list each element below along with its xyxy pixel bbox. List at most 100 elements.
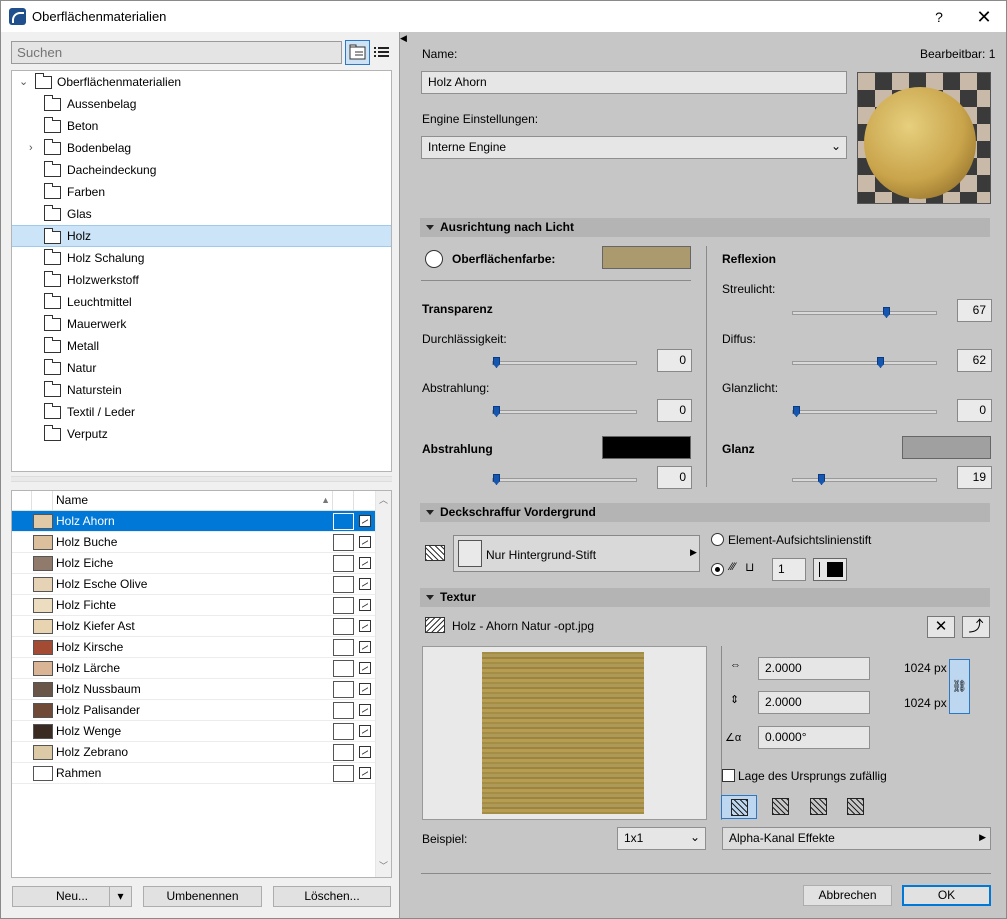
search-input[interactable]: [11, 41, 342, 64]
tree-item[interactable]: Holz: [12, 225, 391, 247]
chevron-down-icon[interactable]: ⌄: [19, 71, 28, 93]
section-hatch-header[interactable]: Deckschraffur Vordergrund: [420, 503, 990, 522]
material-name-field[interactable]: Holz Ahorn: [421, 71, 847, 94]
image-icon[interactable]: [359, 662, 371, 674]
image-icon[interactable]: [359, 641, 371, 653]
image-icon[interactable]: [359, 515, 371, 527]
list-item[interactable]: Holz Zebrano: [12, 742, 375, 763]
list-item[interactable]: Holz Fichte: [12, 595, 375, 616]
load-texture-icon[interactable]: ⤴: [962, 616, 990, 638]
new-button[interactable]: Neu... ▾: [12, 886, 132, 907]
remove-texture-icon[interactable]: ✕: [927, 616, 955, 638]
pen-number-field[interactable]: 1: [772, 558, 806, 581]
material-checkbox[interactable]: [333, 744, 354, 761]
hatch-align-icon[interactable]: [837, 795, 873, 819]
texture-height-field[interactable]: 2.0000: [758, 691, 870, 714]
tree-item[interactable]: › Bodenbelag: [12, 137, 391, 159]
tree-item[interactable]: Aussenbelag: [12, 93, 391, 115]
emission1-slider[interactable]: [492, 406, 637, 417]
image-icon[interactable]: [359, 536, 371, 548]
material-checkbox[interactable]: [333, 639, 354, 656]
emission1-value[interactable]: 0: [657, 399, 692, 422]
new-dropdown-icon[interactable]: ▾: [109, 887, 131, 906]
link-chain-icon[interactable]: ⛓: [949, 659, 970, 714]
close-button[interactable]: ✕: [967, 6, 1001, 28]
collapse-panel-icon[interactable]: ◀: [400, 33, 407, 44]
texture-width-field[interactable]: 2.0000: [758, 657, 870, 680]
tree-item[interactable]: Holzwerkstoff: [12, 269, 391, 291]
material-checkbox[interactable]: [333, 702, 354, 719]
list-item[interactable]: Holz Lärche: [12, 658, 375, 679]
list-item[interactable]: Holz Kirsche: [12, 637, 375, 658]
ambient-slider[interactable]: [792, 307, 937, 318]
cancel-button[interactable]: Abbrechen: [803, 885, 892, 906]
tree-item[interactable]: Verputz: [12, 423, 391, 445]
list-item[interactable]: Holz Nussbaum: [12, 679, 375, 700]
image-icon[interactable]: [359, 725, 371, 737]
slider-knob[interactable]: [883, 307, 890, 318]
image-icon[interactable]: [359, 746, 371, 758]
diffuse-slider[interactable]: [792, 357, 937, 368]
material-checkbox[interactable]: [333, 534, 354, 551]
emission-value[interactable]: 0: [657, 466, 692, 489]
tree-item[interactable]: Farben: [12, 181, 391, 203]
image-icon[interactable]: [359, 557, 371, 569]
list-scrollbar[interactable]: ︿ ﹀: [375, 491, 391, 877]
column-name-header[interactable]: Name ▲: [53, 491, 333, 511]
delete-button[interactable]: Löschen...: [273, 886, 391, 907]
image-icon[interactable]: [359, 767, 371, 779]
chevron-right-icon[interactable]: ›: [29, 137, 33, 159]
tree-item[interactable]: Holz Schalung: [12, 247, 391, 269]
material-checkbox[interactable]: [333, 681, 354, 698]
material-checkbox[interactable]: [333, 513, 354, 530]
tree-root[interactable]: ⌄ Oberflächenmaterialien: [12, 71, 391, 93]
material-checkbox[interactable]: [333, 660, 354, 677]
ok-button[interactable]: OK: [902, 885, 991, 906]
tree-item[interactable]: Beton: [12, 115, 391, 137]
image-icon[interactable]: [359, 704, 371, 716]
tree-item[interactable]: Mauerwerk: [12, 313, 391, 335]
hatch-align-icon[interactable]: [721, 795, 757, 819]
list-item[interactable]: Rahmen: [12, 763, 375, 784]
specular-slider[interactable]: [792, 406, 937, 417]
shine-slider[interactable]: [792, 474, 937, 485]
hatch-align-icon[interactable]: [762, 795, 798, 819]
list-item[interactable]: Holz Esche Olive: [12, 574, 375, 595]
material-checkbox[interactable]: [333, 555, 354, 572]
permeability-slider[interactable]: [492, 357, 637, 368]
element-pen-radio[interactable]: [711, 533, 724, 546]
shine-value[interactable]: 19: [957, 466, 992, 489]
panel-splitter[interactable]: [11, 476, 392, 482]
list-item[interactable]: Holz Palisander: [12, 700, 375, 721]
permeability-value[interactable]: 0: [657, 349, 692, 372]
tree-item[interactable]: Textil / Leder: [12, 401, 391, 423]
surface-color-swatch[interactable]: [602, 246, 691, 269]
image-icon[interactable]: [359, 683, 371, 695]
diffuse-value[interactable]: 62: [957, 349, 992, 372]
slider-knob[interactable]: [877, 357, 884, 368]
random-origin-checkbox[interactable]: [722, 769, 735, 782]
section-light-header[interactable]: Ausrichtung nach Licht: [420, 218, 990, 237]
help-button[interactable]: ?: [926, 6, 952, 28]
section-texture-header[interactable]: Textur: [420, 588, 990, 607]
sample-select[interactable]: 1x1 ⌄: [617, 827, 706, 850]
rename-button[interactable]: Umbenennen: [143, 886, 262, 907]
ambient-value[interactable]: 67: [957, 299, 992, 322]
image-icon[interactable]: [359, 599, 371, 611]
engine-select[interactable]: Interne Engine ⌄: [421, 136, 847, 159]
list-item[interactable]: Holz Wenge: [12, 721, 375, 742]
slider-knob[interactable]: [493, 474, 500, 485]
scroll-down-icon[interactable]: ﹀: [379, 859, 388, 872]
list-item[interactable]: Holz Buche: [12, 532, 375, 553]
tree-item[interactable]: Natur: [12, 357, 391, 379]
tree-item[interactable]: Glas: [12, 203, 391, 225]
image-icon[interactable]: [359, 620, 371, 632]
pen-color-button[interactable]: [813, 558, 847, 581]
hatch-align-icon[interactable]: [800, 795, 836, 819]
emission-slider[interactable]: [492, 474, 637, 485]
material-checkbox[interactable]: [333, 618, 354, 635]
slider-knob[interactable]: [493, 406, 500, 417]
specular-value[interactable]: 0: [957, 399, 992, 422]
scroll-up-icon[interactable]: ︿: [379, 493, 388, 506]
tree-item[interactable]: Naturstein: [12, 379, 391, 401]
